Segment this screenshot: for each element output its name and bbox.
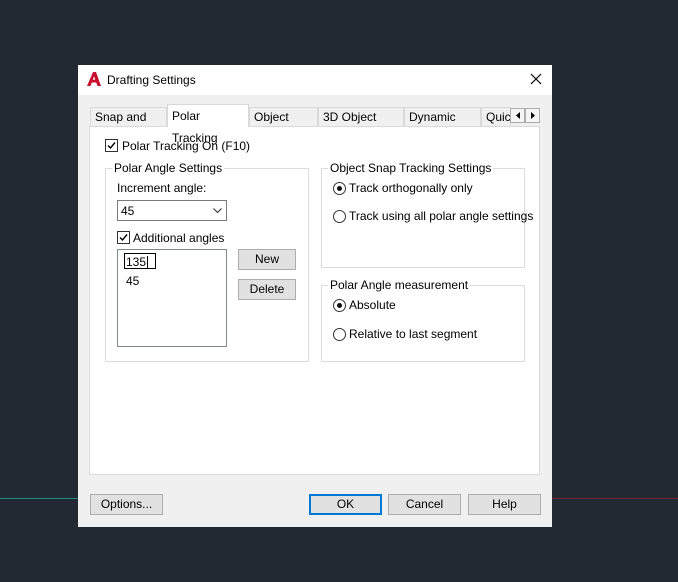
arrow-left-icon bbox=[515, 112, 520, 119]
track-polar-angles-radio[interactable] bbox=[333, 210, 346, 223]
increment-angle-label: Increment angle: bbox=[117, 181, 207, 195]
tab-scroll-left-button[interactable] bbox=[510, 108, 525, 123]
cancel-button[interactable]: Cancel bbox=[388, 494, 461, 515]
relative-to-last-segment-label[interactable]: Relative to last segment bbox=[349, 327, 477, 341]
checkmark-icon bbox=[119, 234, 128, 242]
tab-quick-properties[interactable]: Quic bbox=[481, 107, 511, 126]
close-button[interactable] bbox=[524, 67, 548, 91]
additional-angles-list[interactable]: 135 45 bbox=[117, 249, 227, 347]
window-title: Drafting Settings bbox=[107, 73, 196, 87]
checkmark-icon bbox=[107, 142, 116, 150]
object-snap-tracking-legend: Object Snap Tracking Settings bbox=[328, 161, 494, 175]
autocad-logo-icon bbox=[87, 72, 101, 86]
list-item[interactable]: 45 bbox=[126, 274, 139, 288]
drafting-settings-dialog: Drafting Settings Snap and Grid Polar Tr… bbox=[78, 65, 552, 527]
polar-tracking-panel: Polar Tracking On (F10) Polar Angle Sett… bbox=[89, 126, 540, 475]
tab-scroll-right-button[interactable] bbox=[525, 108, 540, 123]
title-bar[interactable]: Drafting Settings bbox=[78, 65, 552, 95]
close-icon bbox=[530, 73, 542, 85]
delete-angle-button[interactable]: Delete bbox=[238, 279, 296, 300]
canvas-axis-line-cyan bbox=[0, 498, 79, 499]
track-orthogonally-label[interactable]: Track orthogonally only bbox=[349, 181, 473, 195]
arrow-right-icon bbox=[530, 112, 535, 119]
canvas-axis-line-red bbox=[552, 498, 678, 499]
tab-3d-object-snap[interactable]: 3D Object Snap bbox=[318, 107, 404, 143]
help-button[interactable]: Help bbox=[468, 494, 541, 515]
tab-object-snap[interactable]: Object Snap bbox=[249, 107, 318, 143]
increment-angle-value: 45 bbox=[121, 204, 135, 218]
polar-angle-measurement-legend: Polar Angle measurement bbox=[328, 278, 471, 292]
angle-edit-input[interactable]: 135 bbox=[124, 253, 156, 269]
absolute-label[interactable]: Absolute bbox=[349, 298, 396, 312]
absolute-radio[interactable] bbox=[333, 299, 346, 312]
tab-polar-tracking[interactable]: Polar Tracking bbox=[167, 104, 249, 145]
angle-edit-value: 135 bbox=[126, 255, 147, 269]
polar-angle-settings-legend: Polar Angle Settings bbox=[112, 161, 225, 175]
track-orthogonally-radio[interactable] bbox=[333, 182, 346, 195]
relative-to-last-segment-radio[interactable] bbox=[333, 328, 346, 341]
increment-angle-dropdown[interactable]: 45 bbox=[117, 200, 227, 221]
additional-angles-label[interactable]: Additional angles bbox=[133, 231, 224, 245]
ok-button[interactable]: OK bbox=[309, 494, 382, 515]
track-polar-angles-label[interactable]: Track using all polar angle settings bbox=[349, 209, 533, 223]
additional-angles-checkbox[interactable] bbox=[117, 231, 130, 244]
new-angle-button[interactable]: New bbox=[238, 249, 296, 270]
chevron-down-icon bbox=[213, 208, 222, 214]
tab-dynamic-input[interactable]: Dynamic Input bbox=[404, 107, 481, 143]
polar-tracking-on-checkbox[interactable] bbox=[105, 139, 118, 152]
text-caret bbox=[147, 256, 148, 268]
polar-angle-measurement-group bbox=[321, 285, 525, 362]
tab-snap-and-grid[interactable]: Snap and Grid bbox=[90, 107, 167, 143]
options-button[interactable]: Options... bbox=[90, 494, 163, 515]
